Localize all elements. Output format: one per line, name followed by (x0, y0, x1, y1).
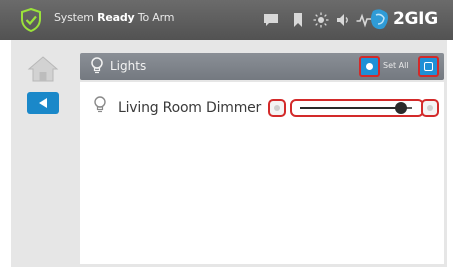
slider-track (300, 102, 412, 114)
status-bar: System Ready To Arm 2GIG (0, 0, 453, 40)
set-all-label: Set All (383, 61, 409, 70)
list-item: Living Room Dimmer (80, 82, 444, 122)
brand-logo-mark (371, 9, 388, 30)
status-ready: Ready (97, 11, 135, 24)
back-arrow-icon (39, 98, 47, 108)
brand-name: 2GIG (393, 9, 438, 29)
speaker-icon[interactable] (336, 12, 352, 28)
dimmer-slider[interactable] (290, 99, 424, 117)
page-title: Lights (110, 59, 147, 73)
lightbulb-icon (91, 57, 103, 74)
set-all-button[interactable] (418, 56, 439, 77)
lightbulb-icon (94, 96, 106, 113)
device-list: Living Room Dimmer (80, 82, 444, 264)
shield-check-icon (21, 8, 41, 32)
home-icon[interactable] (27, 54, 59, 84)
slider-thumb[interactable] (394, 102, 407, 114)
dim-up-button[interactable] (421, 99, 439, 117)
sun-icon[interactable] (313, 12, 329, 28)
device-name: Living Room Dimmer (118, 100, 262, 116)
chat-icon[interactable] (263, 12, 279, 28)
dim-down-button[interactable] (268, 99, 286, 117)
back-button[interactable] (27, 92, 59, 114)
brand-logo: 2GIG (368, 3, 438, 35)
system-status-text: System Ready To Arm (54, 11, 175, 24)
slider-fill (300, 107, 401, 109)
bookmark-icon[interactable] (290, 12, 306, 28)
main-area: Lights Set All Living Room Dimmer (11, 40, 447, 267)
set-all-toggle[interactable] (359, 56, 380, 77)
lights-header: Lights Set All (80, 53, 444, 80)
